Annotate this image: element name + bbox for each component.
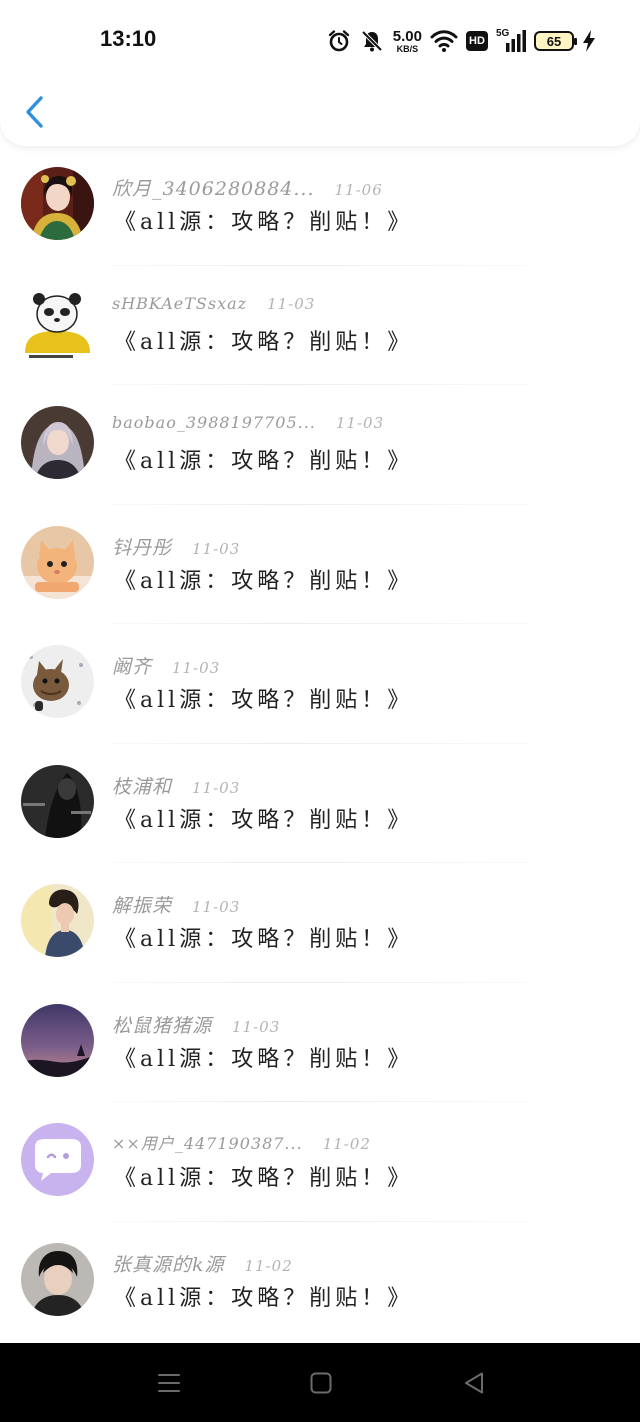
username[interactable]: 阚齐: [112, 652, 152, 679]
list-item[interactable]: 枝浦和 11-03 《all源：攻略？削贴！》: [0, 744, 640, 863]
menu-icon: [158, 1374, 180, 1392]
date: 11-03: [232, 1017, 281, 1036]
date: 11-03: [192, 539, 241, 558]
list-item[interactable]: ××用户_447190387... 11-02 《all源：攻略？削贴！》: [0, 1102, 640, 1222]
message-text: 《all源：攻略？削贴！》: [114, 807, 414, 833]
list-item[interactable]: 阚齐 11-03 《all源：攻略？削贴！》: [0, 624, 640, 744]
item-meta: ××用户_447190387... 11-02: [112, 1130, 371, 1154]
date: 11-03: [267, 294, 316, 313]
net-speed-value: 5.00: [392, 27, 422, 45]
message-text: 《all源：攻略？削贴！》: [114, 568, 414, 594]
list-item[interactable]: 欣月_3406280884... 11-06 《all源：攻略？削贴！》: [0, 146, 640, 266]
mute-icon: [359, 29, 385, 53]
message-text: 《all源：攻略？削贴！》: [114, 210, 414, 235]
message-text: 《all源：攻略？削贴！》: [114, 1285, 414, 1311]
avatar[interactable]: [21, 167, 94, 240]
battery-icon: 65: [534, 31, 577, 51]
item-meta: 张真源的k源 11-02: [112, 1250, 293, 1277]
list-item[interactable]: 钭丹彤 11-03 《all源：攻略？削贴！》: [0, 505, 640, 624]
date: 11-02: [322, 1135, 371, 1153]
avatar[interactable]: [21, 1242, 94, 1316]
status-bar: 13:10 5.00 KB/S HD 5G 65: [0, 0, 640, 80]
home-icon: [310, 1372, 332, 1394]
home-button[interactable]: [305, 1367, 337, 1399]
item-meta: 欣月_3406280884... 11-06: [112, 174, 383, 201]
username[interactable]: baobao_3988197705...: [112, 413, 316, 432]
username[interactable]: 松鼠猪猪源: [112, 1011, 212, 1038]
avatar[interactable]: [21, 406, 94, 479]
avatar[interactable]: [21, 645, 94, 718]
username[interactable]: sHBKAeTSsxaz: [112, 294, 247, 313]
top-header: 13:10 5.00 KB/S HD 5G 65: [0, 0, 640, 146]
date: 11-03: [192, 778, 241, 797]
message-text: 《all源：攻略？削贴！》: [114, 927, 414, 952]
avatar[interactable]: [21, 286, 94, 360]
list-item[interactable]: baobao_3988197705... 11-03 《all源：攻略？削贴！》: [0, 385, 640, 505]
message-text: 《all源：攻略？削贴！》: [114, 329, 414, 355]
item-meta: 枝浦和 11-03: [112, 772, 240, 799]
item-meta: 解振荣 11-03: [112, 891, 240, 918]
net-speed-unit: KB/S: [396, 43, 419, 54]
list-item[interactable]: sHBKAeTSsxaz 11-03 《all源：攻略？削贴！》: [0, 266, 640, 385]
menu-button[interactable]: [153, 1367, 185, 1399]
list-item[interactable]: 松鼠猪猪源 11-03 《all源：攻略？削贴！》: [0, 983, 640, 1102]
alarm-icon: [327, 29, 351, 53]
back-button[interactable]: [20, 92, 50, 132]
message-text: 《all源：攻略？削贴！》: [114, 688, 414, 713]
hd-icon: HD: [466, 31, 488, 51]
date: 11-03: [172, 659, 221, 677]
message-text: 《all源：攻略？削贴！》: [114, 1166, 414, 1191]
system-nav-bar: [0, 1343, 640, 1422]
username[interactable]: 张真源的k源: [112, 1250, 225, 1277]
username[interactable]: 欣月_3406280884...: [112, 174, 315, 201]
username[interactable]: ××用户_447190387...: [112, 1130, 303, 1154]
avatar[interactable]: [21, 1123, 94, 1196]
screen: 13:10 5.00 KB/S HD 5G 65 欣月_3406280884..…: [0, 0, 640, 1422]
date: 11-02: [244, 1256, 293, 1275]
message-text: 《all源：攻略？削贴！》: [114, 449, 414, 474]
item-meta: 钭丹彤 11-03: [112, 533, 240, 560]
item-meta: baobao_3988197705... 11-03: [112, 413, 384, 432]
list-item[interactable]: 张真源的k源 11-02 《all源：攻略？削贴！》: [0, 1222, 640, 1342]
wifi-icon: [430, 29, 458, 53]
avatar[interactable]: [21, 764, 94, 838]
avatar[interactable]: [21, 1003, 94, 1077]
list-item[interactable]: 解振荣 11-03 《all源：攻略？削贴！》: [0, 863, 640, 983]
status-time: 13:10: [100, 26, 157, 51]
status-icons: 5.00 KB/S HD 5G 65: [327, 26, 596, 56]
signal-5g-icon: 5G: [496, 29, 526, 53]
back-triangle-icon: [465, 1372, 483, 1394]
date: 11-06: [334, 181, 383, 199]
avatar[interactable]: [21, 884, 94, 957]
username[interactable]: 枝浦和: [112, 772, 172, 799]
net-speed: 5.00 KB/S: [393, 29, 422, 54]
charging-icon: [582, 29, 596, 53]
avatar[interactable]: [21, 525, 94, 599]
message-list: 欣月_3406280884... 11-06 《all源：攻略？削贴！》 sHB…: [0, 146, 640, 1341]
date: 11-03: [335, 414, 385, 432]
item-meta: sHBKAeTSsxaz 11-03: [112, 294, 315, 313]
username[interactable]: 解振荣: [112, 891, 172, 918]
system-back-button[interactable]: [458, 1367, 490, 1399]
item-meta: 松鼠猪猪源 11-03: [112, 1011, 280, 1038]
chevron-left-icon: [26, 96, 43, 128]
date: 11-03: [192, 898, 241, 916]
username[interactable]: 钭丹彤: [112, 533, 172, 560]
message-text: 《all源：攻略？削贴！》: [114, 1046, 414, 1072]
item-meta: 阚齐 11-03: [112, 652, 220, 679]
